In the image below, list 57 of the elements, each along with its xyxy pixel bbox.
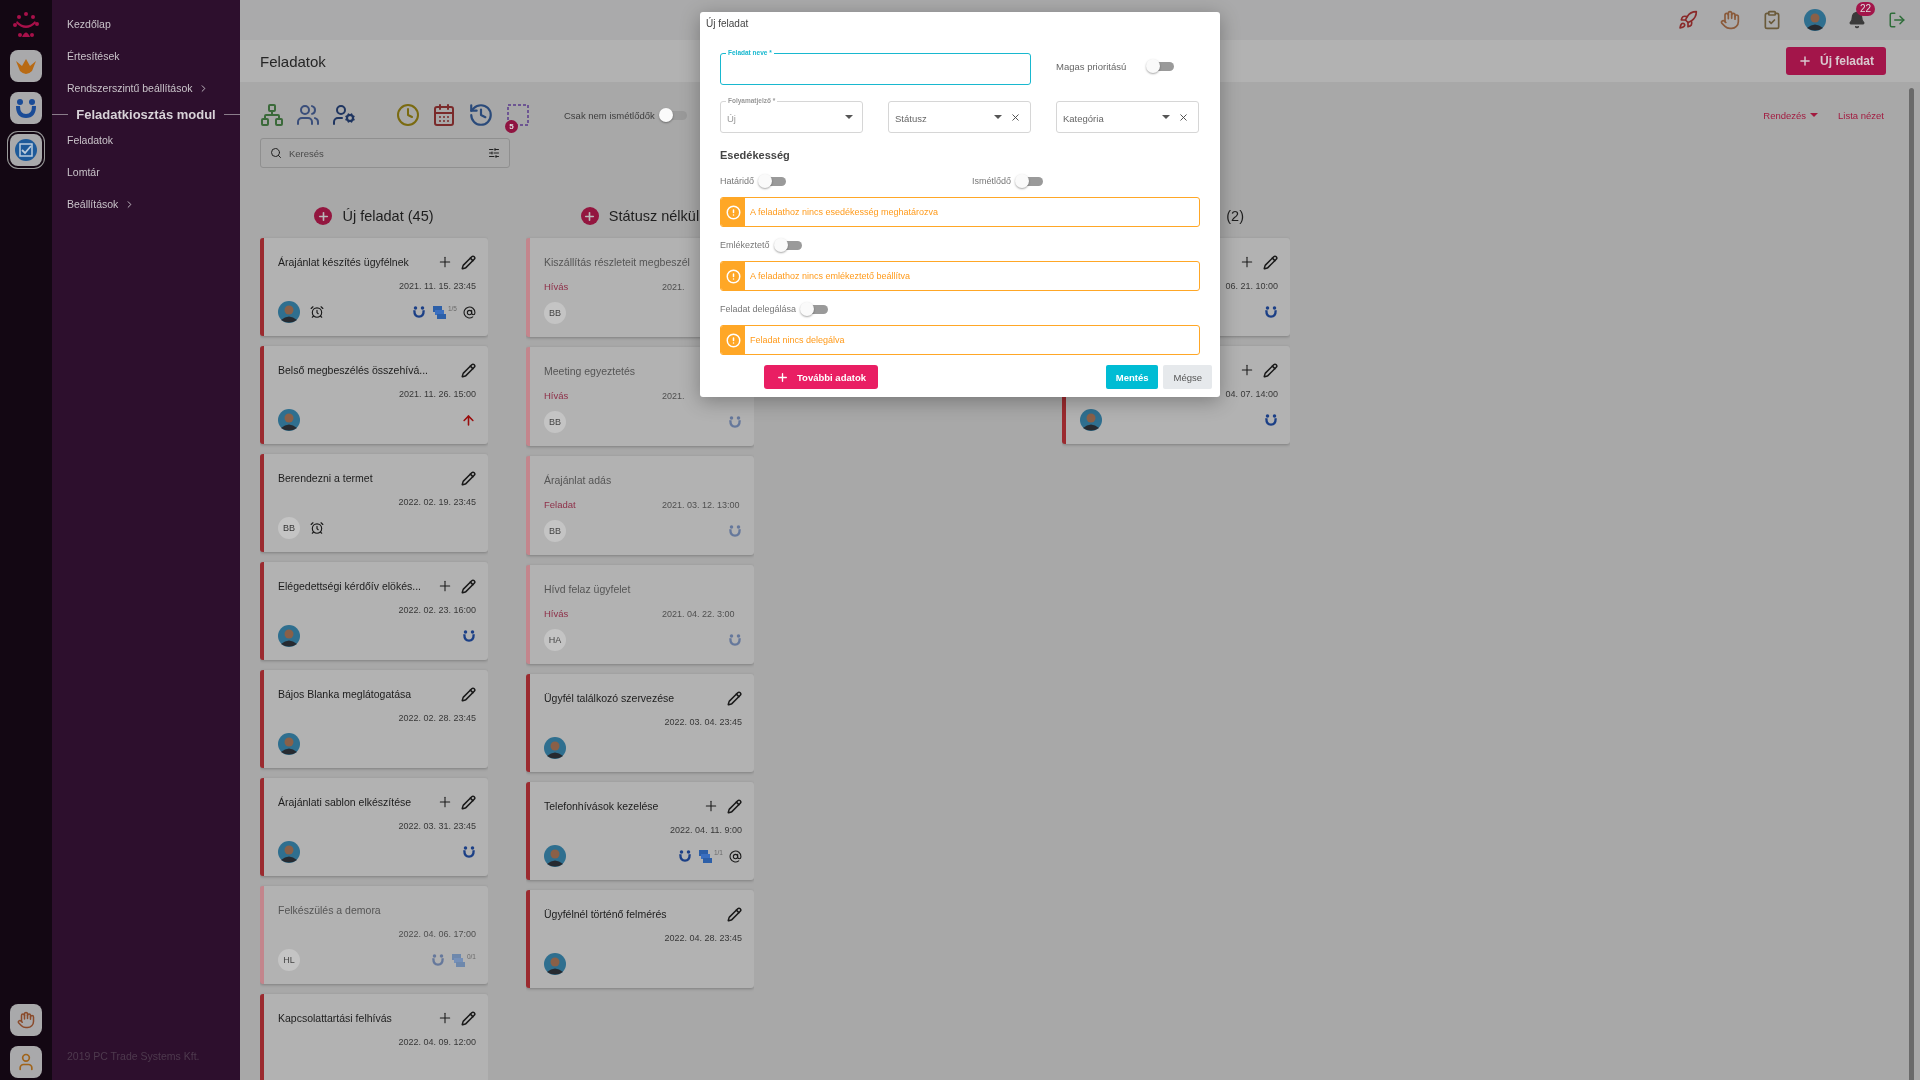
card-title: Meeting egyeztetés	[544, 365, 637, 377]
initials-avatar: BB	[544, 520, 566, 542]
column-title: Státusz nélkül	[608, 208, 700, 224]
toggle-label: Magas prioritású	[1056, 60, 1127, 72]
card-date: 2022. 04. 11. 9:00	[670, 825, 742, 835]
toggle-label: Határidő	[720, 176, 755, 186]
initials-avatar: BB	[278, 517, 300, 539]
warning-text: A feladathoz nincs esedékesség meghatározva	[750, 207, 939, 217]
card-date: 2022. 04. 06. 17:00	[398, 929, 476, 939]
card-date: 2022. 03. 04. 23:45	[664, 717, 742, 727]
column-title: Új feladat (45)	[342, 208, 434, 224]
card-date: 2022. 02. 19. 23:45	[398, 497, 476, 507]
card-date: 2022. 04. 09. 12:00	[398, 1037, 476, 1047]
card-date: 2022. 02. 23. 16:00	[398, 605, 476, 615]
toggle-label: Ismétlődő	[972, 176, 1012, 186]
card-title: Kiszállítás részleteit megbeszél	[544, 256, 691, 268]
card-date: 04. 07. 14:00	[1225, 389, 1278, 399]
task-type: Hívás	[544, 390, 569, 401]
card-title: Ügyfélnél történő felmérés	[544, 908, 668, 920]
card-date: 2021.	[662, 281, 686, 292]
task-type: Hívás	[544, 608, 569, 619]
filter-count-badge: 5	[505, 120, 518, 133]
card-date: 06. 21. 10:00	[1225, 281, 1278, 291]
task-type: Hívás	[544, 281, 569, 292]
card-title: Kapcsolattartási felhívás	[278, 1012, 393, 1024]
card-title: Árajánlat adás	[544, 474, 613, 486]
card-date: 2021. 03. 12. 13:00	[662, 499, 741, 510]
card-title: Belső megbeszélés összehívá...	[278, 364, 429, 376]
card-date: 2021.	[662, 390, 686, 401]
card-title: Telefonhívások kezelése	[544, 800, 660, 812]
card-title: Bájos Blanka meglátogatása	[278, 688, 413, 700]
column-title: (2)	[1226, 208, 1244, 224]
toggle-label: Csak nem ismétlődők	[564, 109, 655, 121]
notification-badge: 22	[1855, 2, 1875, 16]
initials-avatar: HA	[544, 629, 566, 651]
warning-text: Feladat nincs delegálva	[750, 335, 845, 345]
card-date: 2022. 03. 31. 23:45	[398, 821, 476, 831]
initials-avatar: HL	[278, 949, 300, 971]
card-title: Hívd felaz ügyfelet	[544, 583, 632, 595]
card-title: Ügyfél találkozó szervezése	[544, 692, 676, 704]
initials-avatar: BB	[544, 302, 566, 324]
card-date: 2021. 11. 26. 15:00	[399, 389, 476, 399]
task-type: Feladat	[544, 499, 576, 510]
page-title: Feladatok	[260, 52, 326, 70]
card-title: Berendezni a termet	[278, 472, 374, 484]
card-date: 2022. 04. 28. 23:45	[664, 933, 742, 943]
card-title: Árajánlat készítés ügyfélnek	[278, 256, 410, 268]
card-title: Árajánlati sablon elkészítése	[278, 796, 413, 808]
initials-avatar: BB	[544, 411, 566, 433]
section-title: Feladatkiosztás modul	[76, 106, 216, 122]
card-date: 2022. 02. 28. 23:45	[398, 713, 476, 723]
card-title: Elégedettségi kérdőív elökés...	[278, 580, 422, 592]
section-title: Esedékesség	[720, 149, 791, 161]
card-date: 2021. 04. 22. 3:00	[662, 608, 736, 619]
card-title: Felkészülés a demora	[278, 904, 382, 916]
dialog-title: Új feladat	[706, 18, 750, 29]
card-date: 2021. 11. 15. 23:45	[399, 281, 476, 291]
